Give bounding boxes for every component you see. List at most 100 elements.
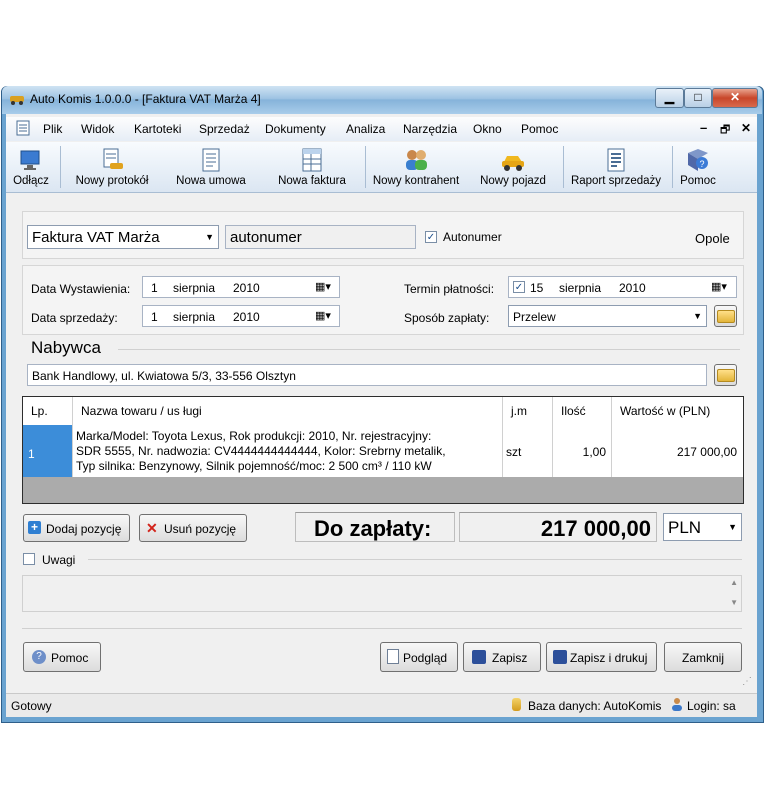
city-label: Opole <box>695 231 730 246</box>
table-header: Lp. Nazwa towaru / us ługi j.m Ilość War… <box>23 397 743 425</box>
buyer-heading: Nabywca <box>31 338 101 357</box>
sale-date-picker[interactable]: 1 sierpnia 2010 ▦▾ <box>142 305 340 327</box>
mdi-close-button[interactable]: ✕ <box>741 121 751 135</box>
status-database: Baza danych: AutoKomis <box>528 699 662 713</box>
menu-okno[interactable]: Okno <box>473 122 502 136</box>
buyer-browse-button[interactable] <box>714 364 737 386</box>
mdi-restore-button[interactable]: 🗗 <box>720 121 730 140</box>
payment-method-label: Sposób zapłaty: <box>404 311 490 325</box>
row-lp: 1 <box>23 425 73 477</box>
maximize-button[interactable]: □ <box>684 88 712 108</box>
status-login: Login: sa <box>687 699 736 713</box>
row-value: 217 000,00 <box>676 445 737 459</box>
due-day: 15 <box>530 281 544 295</box>
toolbar-separator <box>563 146 564 188</box>
calendar-icon[interactable]: ▦▾ <box>315 280 331 293</box>
new-contract-label: Nowa umowa <box>176 175 246 187</box>
new-contract-button[interactable]: Nowa umowa <box>172 145 250 191</box>
buyer-divider <box>118 349 740 350</box>
autonumber-checkbox[interactable]: ✓ <box>425 231 437 243</box>
minimize-button[interactable]: ▁ <box>655 88 684 108</box>
column-header-lp[interactable]: Lp. <box>23 397 73 425</box>
chevron-down-icon: ▼ <box>728 522 737 532</box>
new-protocol-button[interactable]: Nowy protokół <box>70 145 154 191</box>
close-button[interactable]: Zamknij <box>664 642 742 672</box>
payment-browse-button[interactable] <box>714 305 737 327</box>
currency-select[interactable]: PLN ▼ <box>663 513 742 541</box>
save-icon <box>472 650 486 664</box>
menu-plik[interactable]: Plik <box>43 122 62 136</box>
notes-textarea[interactable]: ▲ ▼ <box>22 575 742 612</box>
mdi-minimize-button[interactable]: – <box>700 120 707 135</box>
menu-analiza[interactable]: Analiza <box>346 122 385 136</box>
help-button[interactable]: ? Pomoc <box>23 642 101 672</box>
document-icon <box>199 147 223 173</box>
preview-button[interactable]: Podgląd <box>380 642 458 672</box>
chevron-down-icon: ▼ <box>693 311 702 321</box>
menu-sprzedaz[interactable]: Sprzedaż <box>199 122 250 136</box>
currency-value: PLN <box>668 518 702 537</box>
remove-position-button[interactable]: ✕ Usuń pozycję <box>139 514 247 542</box>
row-name-line: Typ silnika: Benzynowy, Silnik pojemność… <box>76 459 432 473</box>
menu-dokumenty[interactable]: Dokumenty <box>265 122 326 136</box>
save-button[interactable]: Zapisz <box>463 642 541 672</box>
menu-widok[interactable]: Widok <box>81 122 114 136</box>
scroll-down-icon[interactable]: ▼ <box>730 598 738 607</box>
issue-date-picker[interactable]: 1 sierpnia 2010 ▦▾ <box>142 276 340 298</box>
sale-day: 1 <box>151 310 158 324</box>
notes-checkbox[interactable] <box>23 553 35 565</box>
row-name-line: SDR 5555, Nr. nadwozia: CV4444444444444,… <box>76 444 446 458</box>
items-table[interactable]: Lp. Nazwa towaru / us ługi j.m Ilość War… <box>22 396 744 504</box>
issue-date-label: Data Wystawienia: <box>31 282 131 296</box>
window-title: Auto Komis 1.0.0.0 - [Faktura VAT Marża … <box>30 92 261 106</box>
sales-report-button[interactable]: Raport sprzedaży <box>568 145 664 191</box>
new-contractor-button[interactable]: Nowy kontrahent <box>368 145 464 191</box>
plus-icon: + <box>28 521 41 534</box>
document-menu-icon[interactable] <box>15 120 31 136</box>
preview-icon <box>387 649 399 664</box>
payment-method-select[interactable]: Przelew ▼ <box>508 305 707 327</box>
calendar-icon[interactable]: ▦▾ <box>711 280 727 293</box>
bottom-divider <box>22 628 742 629</box>
close-window-button[interactable]: ✕ <box>712 88 758 108</box>
due-date-picker[interactable]: ✓ 15 sierpnia 2010 ▦▾ <box>508 276 737 298</box>
calendar-icon[interactable]: ▦▾ <box>315 309 331 322</box>
issue-year: 2010 <box>233 281 260 295</box>
protocol-car-icon <box>100 147 124 173</box>
due-date-label: Termin płatności: <box>404 282 495 296</box>
document-number-field[interactable]: autonumer <box>225 225 416 249</box>
new-vehicle-button[interactable]: Nowy pojazd <box>476 145 550 191</box>
due-date-checkbox[interactable]: ✓ <box>513 281 525 293</box>
resize-grip-icon[interactable]: ⋰ <box>742 676 752 687</box>
scroll-up-icon[interactable]: ▲ <box>730 578 738 587</box>
menu-narzedzia[interactable]: Narzędzia <box>403 122 457 136</box>
disconnect-button[interactable]: Odłącz <box>8 145 54 191</box>
column-header-value[interactable]: Wartość w (PLN) <box>612 397 743 425</box>
car-app-icon <box>8 93 26 105</box>
add-position-label: Dodaj pozycję <box>46 522 122 536</box>
svg-text:?: ? <box>700 159 705 169</box>
car-icon <box>501 147 525 173</box>
new-invoice-button[interactable]: Nowa faktura <box>274 145 350 191</box>
table-row[interactable]: 1 Marka/Model: Toyota Lexus, Rok produkc… <box>23 425 743 477</box>
save-print-button[interactable]: Zapisz i drukuj <box>546 642 657 672</box>
new-protocol-label: Nowy protokół <box>75 175 149 187</box>
save-print-label: Zapisz i drukuj <box>570 651 648 665</box>
menu-pomoc[interactable]: Pomoc <box>521 122 558 136</box>
document-type-select[interactable]: Faktura VAT Marża ▼ <box>27 225 219 249</box>
help-button-label: Pomoc <box>51 651 89 665</box>
new-invoice-label: Nowa faktura <box>278 175 346 187</box>
menu-kartoteki[interactable]: Kartoteki <box>134 122 181 136</box>
due-month: sierpnia <box>559 281 602 295</box>
buyer-field[interactable]: Bank Handlowy, ul. Kwiatowa 5/3, 33-556 … <box>27 364 707 386</box>
row-name-line: Marka/Model: Toyota Lexus, Rok produkcji… <box>76 429 432 443</box>
to-pay-amount: 217 000,00 <box>540 516 651 541</box>
column-header-qty[interactable]: Ilość <box>553 397 612 425</box>
computer-icon <box>19 147 43 173</box>
column-header-name[interactable]: Nazwa towaru / us ługi <box>73 397 503 425</box>
add-position-button[interactable]: + Dodaj pozycję <box>23 514 130 542</box>
help-toolbar-button[interactable]: ? Pomoc <box>676 145 720 191</box>
issue-month: sierpnia <box>173 281 216 295</box>
column-header-unit[interactable]: j.m <box>503 397 553 425</box>
help-icon: ? <box>32 650 46 664</box>
